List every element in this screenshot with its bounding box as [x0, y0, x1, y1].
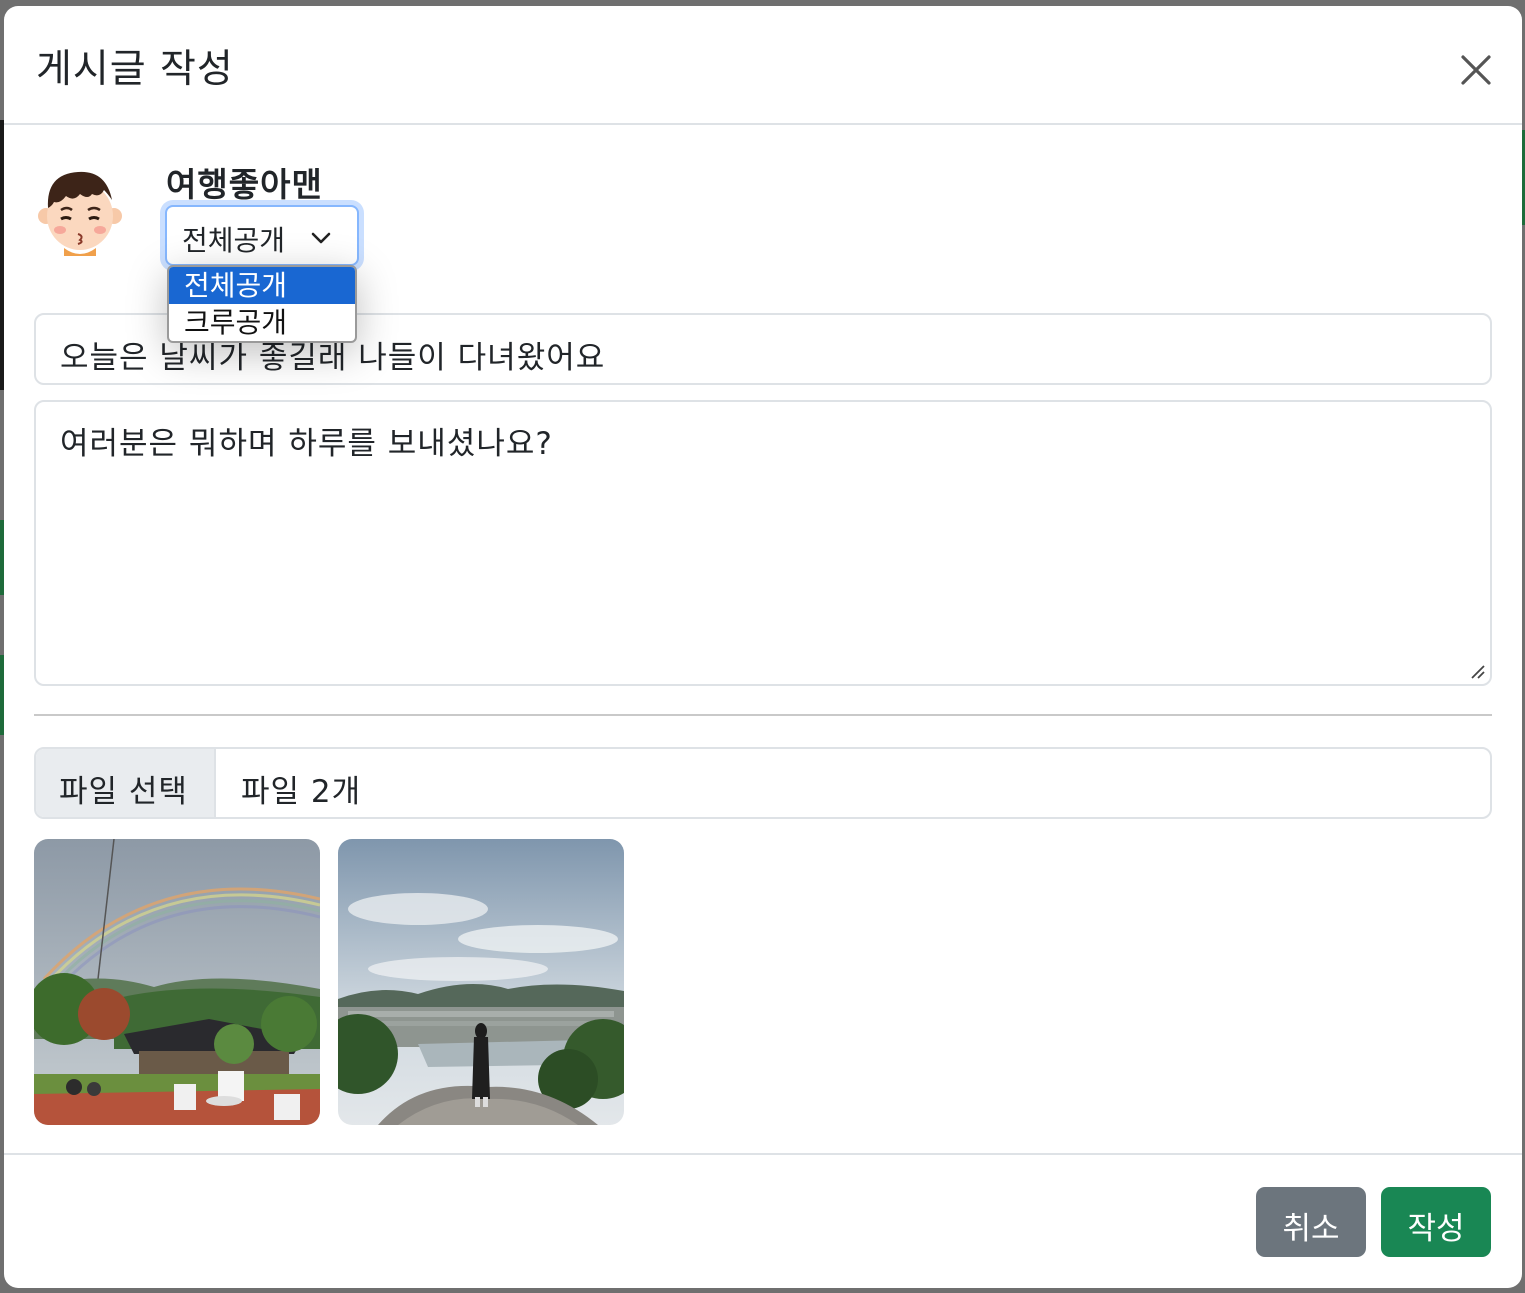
close-button[interactable]	[1454, 48, 1498, 92]
avatar	[34, 164, 126, 260]
image-thumbnail-rainbow[interactable]	[34, 839, 320, 1125]
close-icon	[1461, 55, 1491, 85]
rainbow-garden-photo	[34, 839, 320, 1125]
resize-handle-icon[interactable]	[1468, 662, 1486, 680]
post-content-value: 여러분은 뭐하며 하루를 보내셨나요?	[60, 426, 553, 462]
dropdown-option-crew[interactable]: 크루공개	[169, 304, 355, 341]
section-divider	[34, 714, 1492, 716]
modal-header: 게시글 작성	[4, 6, 1522, 125]
dropdown-option-public[interactable]: 전체공개	[169, 267, 355, 304]
hilltop-city-view-photo	[338, 839, 624, 1125]
visibility-selected-value: 전체공개	[182, 224, 286, 257]
submit-button[interactable]: 작성	[1381, 1187, 1491, 1257]
post-compose-modal: 게시글 작성 여행좋아맨 전체공개 전체공개 크루공개 오늘은 날씨가 좋길래 …	[4, 6, 1522, 1288]
boy-face-avatar-icon	[38, 171, 122, 256]
image-thumbnail-cityview[interactable]	[338, 839, 624, 1125]
modal-footer-divider	[4, 1153, 1522, 1155]
file-select-label: 파일 선택	[59, 774, 188, 810]
chevron-down-icon	[311, 232, 331, 244]
cancel-button[interactable]: 취소	[1256, 1187, 1366, 1257]
visibility-select[interactable]: 전체공개	[165, 205, 359, 266]
author-username: 여행좋아맨	[166, 165, 323, 204]
cancel-button-label: 취소	[1282, 1211, 1340, 1247]
visibility-dropdown-list: 전체공개 크루공개	[167, 265, 357, 343]
modal-title: 게시글 작성	[36, 47, 234, 92]
submit-button-label: 작성	[1407, 1211, 1465, 1247]
file-input-group[interactable]: 파일 선택 파일 2개	[34, 747, 1492, 819]
file-select-button[interactable]: 파일 선택	[36, 749, 216, 817]
file-status-text: 파일 2개	[241, 774, 362, 810]
post-content-textarea[interactable]: 여러분은 뭐하며 하루를 보내셨나요?	[34, 400, 1492, 686]
